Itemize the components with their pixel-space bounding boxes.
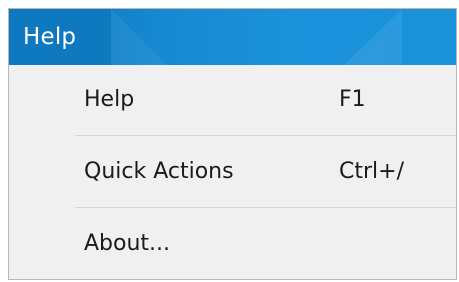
menu-item-about-label: About... [84, 231, 171, 256]
menu-item-help-label: Help [84, 87, 135, 112]
menu-item-quick-actions-label: Quick Actions [84, 159, 234, 184]
menu-separator [75, 207, 456, 208]
menu-item-help-shortcut: F1 [339, 87, 366, 112]
help-menu-window: Help Help F1 Quick Actions Ctrl+/ About.… [8, 8, 457, 280]
menu-separator [75, 135, 456, 136]
help-menu-title[interactable]: Help [9, 9, 111, 65]
menu-bar: Help [9, 9, 456, 65]
menu-item-about[interactable]: About... [9, 209, 456, 279]
menu-item-quick-actions[interactable]: Quick Actions Ctrl+/ [9, 137, 456, 209]
help-dropdown-menu: Help F1 Quick Actions Ctrl+/ About... [9, 65, 456, 279]
menu-item-quick-actions-shortcut: Ctrl+/ [339, 159, 404, 184]
menu-item-help[interactable]: Help F1 [9, 65, 456, 137]
